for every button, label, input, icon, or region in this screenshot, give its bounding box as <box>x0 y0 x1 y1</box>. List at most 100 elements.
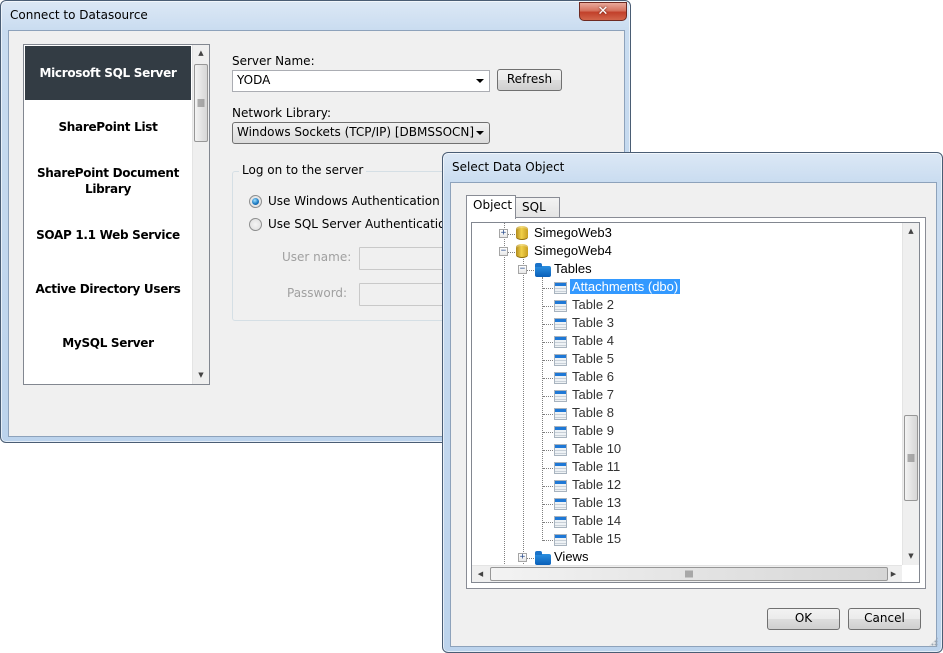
password-input[interactable] <box>359 283 449 306</box>
tree-node-simegoweb3[interactable]: SimegoWeb3 <box>532 224 614 242</box>
radio-checked-icon <box>249 194 262 208</box>
tree-vertical-scrollbar[interactable]: ▲ ▼ <box>902 223 919 565</box>
username-input[interactable] <box>359 247 449 270</box>
scrollbar-thumb[interactable] <box>194 64 208 142</box>
tree-guide-line <box>543 540 553 541</box>
title-bar[interactable]: Select Data Object <box>443 153 942 183</box>
tree-node-table[interactable]: Table 2 <box>570 296 616 314</box>
table-icon <box>554 390 567 402</box>
server-name-combobox[interactable]: YODA <box>232 70 490 92</box>
close-button[interactable]: ✕ <box>579 2 627 21</box>
table-icon <box>554 372 567 384</box>
tab-object[interactable]: Object <box>466 195 516 219</box>
scrollbar-thumb[interactable] <box>904 415 918 501</box>
object-tree[interactable]: + SimegoWeb3 − SimegoWeb4 − Tables Attac… <box>471 222 920 583</box>
tree-node-simegoweb4[interactable]: SimegoWeb4 <box>532 242 614 260</box>
tree-node-table[interactable]: Table 7 <box>570 386 616 404</box>
expand-icon[interactable]: + <box>499 229 508 238</box>
password-label: Password: <box>287 286 348 300</box>
folder-icon <box>535 263 551 277</box>
tree-node-views[interactable]: Views <box>552 548 590 566</box>
title-bar[interactable]: Connect to Datasource ✕ <box>1 1 630 31</box>
database-icon <box>516 226 528 240</box>
datasource-item-sharepoint-list[interactable]: SharePoint List <box>25 100 191 154</box>
datasource-item-mysql-server[interactable]: MySQL Server <box>25 316 191 370</box>
table-icon <box>554 516 567 528</box>
window-title: Connect to Datasource <box>10 8 148 22</box>
tree-node-table[interactable]: Attachments (dbo) <box>570 278 681 296</box>
datasource-item-soap-web-service[interactable]: SOAP 1.1 Web Service <box>25 208 191 262</box>
tree-node-table[interactable]: Table 10 <box>570 440 623 458</box>
table-icon <box>554 282 567 294</box>
tree-guide-line <box>543 396 553 397</box>
tree-node-tables[interactable]: Tables <box>552 260 594 278</box>
expand-icon[interactable]: + <box>518 553 527 562</box>
tree-guide-line <box>523 259 524 582</box>
tree-node-table[interactable]: Table 4 <box>570 332 616 350</box>
tree-node-table[interactable]: Table 11 <box>570 458 622 476</box>
table-icon <box>554 354 567 366</box>
cancel-button[interactable]: Cancel <box>848 608 921 630</box>
datasource-item-sharepoint-document-library[interactable]: SharePoint Document Library <box>25 154 191 208</box>
tree-node-table[interactable]: Table 8 <box>570 404 616 422</box>
table-icon <box>554 300 567 312</box>
tree-node-table[interactable]: Table 9 <box>570 422 616 440</box>
collapse-icon[interactable]: − <box>518 265 527 274</box>
sql-auth-radio[interactable]: Use SQL Server Authentication <box>249 217 453 231</box>
table-icon <box>554 498 567 510</box>
tree-node-table[interactable]: Table 3 <box>570 314 616 332</box>
tree-node-table[interactable]: Table 14 <box>570 512 623 530</box>
tree-guide-line <box>543 342 553 343</box>
table-icon <box>554 318 567 330</box>
scroll-down-icon[interactable]: ▼ <box>193 367 209 384</box>
tree-guide-line <box>543 522 553 523</box>
grip-icon <box>907 454 915 462</box>
tree-node-table[interactable]: Table 12 <box>570 476 623 494</box>
ok-button[interactable]: OK <box>767 608 840 630</box>
chevron-down-icon[interactable] <box>476 131 484 135</box>
datasource-item-sql-server[interactable]: Microsoft SQL Server <box>25 46 191 100</box>
table-icon <box>554 336 567 348</box>
tree-guide-line <box>543 306 553 307</box>
tree-node-table[interactable]: Table 6 <box>570 368 616 386</box>
table-icon <box>554 462 567 474</box>
tab-sql[interactable]: SQL <box>515 197 560 218</box>
tree-guide-line <box>542 277 543 541</box>
collapse-icon[interactable]: − <box>499 247 508 256</box>
scroll-right-icon[interactable]: ▶ <box>885 566 902 582</box>
refresh-button[interactable]: Refresh <box>497 69 562 91</box>
tree-guide-line <box>543 504 553 505</box>
scrollbar-thumb[interactable] <box>490 567 888 581</box>
window-title: Select Data Object <box>452 160 565 174</box>
scroll-up-icon[interactable]: ▲ <box>903 223 919 240</box>
datasource-list-scrollbar[interactable]: ▲ ▼ <box>192 45 209 384</box>
tree-guide-line <box>543 432 553 433</box>
logon-groupbox-title: Log on to the server <box>239 163 367 177</box>
tree-node-table[interactable]: Table 5 <box>570 350 616 368</box>
tree-horizontal-scrollbar[interactable]: ◀ ▶ <box>472 565 902 582</box>
network-library-dropdown[interactable]: Windows Sockets (TCP/IP) [DBMSSOCN] <box>232 122 490 144</box>
tree-guide-line <box>543 378 553 379</box>
chevron-down-icon[interactable] <box>476 79 484 83</box>
close-icon: ✕ <box>597 4 609 19</box>
tree-guide-line <box>543 450 553 451</box>
network-library-label: Network Library: <box>232 106 332 120</box>
tree-guide-line <box>504 223 505 582</box>
tree-node-table[interactable]: Table 15 <box>570 530 623 548</box>
table-icon <box>554 426 567 438</box>
windows-auth-radio[interactable]: Use Windows Authentication <box>249 194 440 208</box>
datasource-item-active-directory-users[interactable]: Active Directory Users <box>25 262 191 316</box>
grip-icon <box>685 570 693 578</box>
folder-icon <box>535 551 551 565</box>
table-icon <box>554 444 567 456</box>
radio-unchecked-icon <box>249 217 262 231</box>
table-icon <box>554 480 567 492</box>
scroll-down-icon[interactable]: ▼ <box>903 548 919 565</box>
tree-guide-line <box>543 414 553 415</box>
scroll-left-icon[interactable]: ◀ <box>472 566 489 582</box>
tree-guide-line <box>543 288 553 289</box>
scroll-up-icon[interactable]: ▲ <box>193 45 209 62</box>
datasource-list[interactable]: Microsoft SQL Server SharePoint List Sha… <box>23 44 210 385</box>
tree-guide-line <box>543 324 553 325</box>
tree-node-table[interactable]: Table 13 <box>570 494 623 512</box>
